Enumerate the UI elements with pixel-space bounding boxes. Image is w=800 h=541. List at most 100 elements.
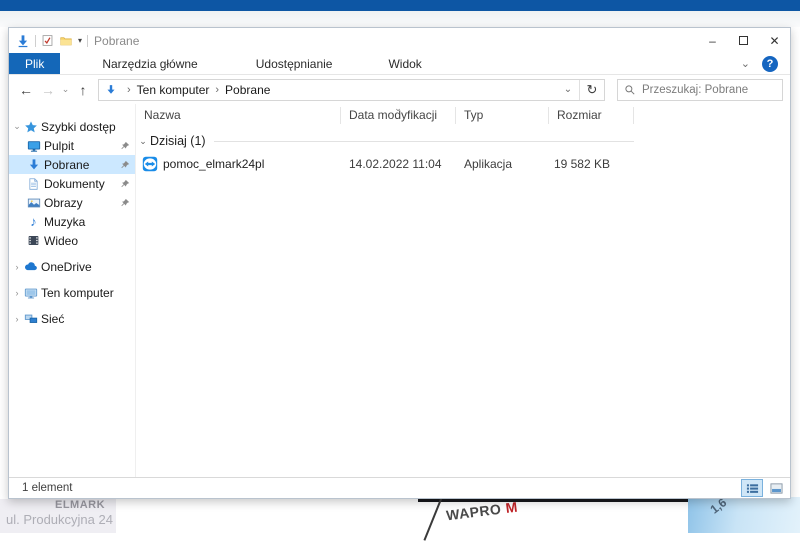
sidebar-item-label: Wideo bbox=[44, 233, 79, 248]
ribbon-collapse-icon[interactable]: ⌄ bbox=[741, 57, 750, 70]
pictures-icon bbox=[26, 196, 41, 210]
sidebar-item-label: Pulpit bbox=[44, 138, 75, 153]
qat-separator bbox=[87, 34, 89, 47]
file-size: 19 582 KB bbox=[553, 157, 610, 171]
documents-icon bbox=[26, 177, 41, 191]
background-elmark-text: ELMARK bbox=[55, 499, 106, 511]
sidebar-item-siec[interactable]: › Sieć bbox=[9, 309, 135, 328]
chevron-down-icon[interactable]: ⌄ bbox=[136, 136, 150, 147]
sidebar-item-pulpit[interactable]: Pulpit bbox=[9, 136, 135, 155]
music-icon: ♪ bbox=[30, 214, 37, 229]
group-divider-line bbox=[213, 140, 634, 142]
breadcrumb-separator: › bbox=[215, 83, 220, 96]
quick-access-star-icon bbox=[23, 120, 38, 134]
sidebar-item-muzyka[interactable]: ♪ Muzyka bbox=[9, 212, 135, 231]
file-type: Aplikacja bbox=[464, 157, 513, 171]
chevron-right-icon[interactable]: › bbox=[11, 288, 23, 298]
sidebar-item-onedrive[interactable]: › OneDrive bbox=[9, 257, 135, 276]
view-toggle-buttons bbox=[741, 479, 787, 497]
title-bar: ▾ Pobrane – ✕ bbox=[9, 28, 790, 53]
tab-plik[interactable]: Plik bbox=[9, 53, 61, 74]
sidebar-item-dokumenty[interactable]: Dokumenty bbox=[9, 174, 135, 193]
background-image-corner: 1,6 bbox=[688, 497, 800, 533]
column-header-label: Data modyfikacji bbox=[349, 108, 438, 122]
background-wapro-text: WAPRO M bbox=[445, 498, 519, 524]
this-pc-icon bbox=[23, 286, 38, 300]
column-header-typ[interactable]: Typ bbox=[456, 107, 549, 124]
group-header-dzisiaj[interactable]: ⌄ Dzisiaj (1) bbox=[136, 132, 634, 150]
back-button[interactable]: ← bbox=[15, 82, 37, 98]
file-name-cell[interactable]: pomoc_elmark24pl bbox=[136, 156, 341, 172]
window-title: Pobrane bbox=[94, 33, 140, 48]
file-row[interactable]: pomoc_elmark24pl 14.02.2022 11:04 Aplika… bbox=[136, 154, 790, 174]
background-diagonal-line bbox=[423, 497, 443, 541]
pin-icon bbox=[117, 160, 133, 170]
tab-widok[interactable]: Widok bbox=[372, 53, 437, 74]
chevron-down-icon[interactable]: ⌄ bbox=[11, 121, 23, 132]
sidebar-item-label: Ten komputer bbox=[41, 285, 114, 300]
ribbon-right-controls: ⌄ ? bbox=[741, 53, 790, 74]
maximize-icon bbox=[739, 36, 748, 45]
recent-locations-icon[interactable]: ⌄ bbox=[59, 84, 72, 95]
details-view-icon bbox=[746, 483, 758, 493]
search-placeholder: Przeszukaj: Pobrane bbox=[642, 83, 749, 96]
breadcrumb-separator: › bbox=[127, 83, 131, 96]
file-date-modified: 14.02.2022 11:04 bbox=[349, 157, 442, 171]
background-strip bbox=[0, 11, 800, 27]
background-address-text: ul. Produkcyjna 24 bbox=[6, 512, 113, 527]
maximize-button[interactable] bbox=[728, 28, 759, 53]
breadcrumb-ten-komputer[interactable]: Ten komputer bbox=[137, 83, 210, 97]
properties-icon[interactable] bbox=[41, 34, 54, 47]
sidebar-item-label: Pobrane bbox=[44, 157, 90, 172]
quick-access-toolbar: ▾ bbox=[9, 34, 89, 48]
column-header-nazwa[interactable]: Nazwa bbox=[136, 107, 341, 124]
onedrive-cloud-icon bbox=[23, 260, 38, 274]
sidebar-item-obrazy[interactable]: Obrazy bbox=[9, 193, 135, 212]
refresh-icon[interactable]: ↻ bbox=[579, 79, 604, 100]
sidebar-item-wideo[interactable]: Wideo bbox=[9, 231, 135, 250]
window-controls: – ✕ bbox=[697, 28, 790, 53]
downloads-folder-icon bbox=[18, 34, 28, 47]
column-header-rozmiar[interactable]: Rozmiar bbox=[549, 107, 634, 124]
details-view-button[interactable] bbox=[741, 479, 763, 497]
chevron-right-icon[interactable]: › bbox=[11, 262, 23, 272]
teamviewer-app-icon bbox=[142, 156, 158, 172]
new-folder-icon[interactable] bbox=[59, 34, 73, 47]
search-input[interactable]: Przeszukaj: Pobrane bbox=[617, 78, 783, 101]
help-icon[interactable]: ? bbox=[762, 55, 778, 72]
downloads-icon bbox=[26, 158, 41, 172]
background-browser-bar bbox=[0, 0, 800, 11]
sidebar-item-ten-komputer[interactable]: › Ten komputer bbox=[9, 283, 135, 302]
sidebar-item-pobrane[interactable]: Pobrane bbox=[9, 155, 135, 174]
pin-icon bbox=[117, 179, 133, 189]
video-icon bbox=[26, 234, 41, 247]
tab-narzedzia-glowne[interactable]: Narzędzia główne bbox=[86, 53, 213, 74]
close-button[interactable]: ✕ bbox=[759, 28, 790, 53]
ribbon-tab-bar: Plik Narzędzia główne Udostępnianie Wido… bbox=[9, 53, 790, 75]
chevron-right-icon[interactable]: › bbox=[11, 314, 23, 324]
desktop-icon bbox=[26, 139, 41, 153]
group-label: Dzisiaj (1) bbox=[150, 134, 206, 148]
file-list-pane: Nazwa ⌄ Data modyfikacji Typ Rozmiar ⌄ Dz… bbox=[136, 103, 790, 477]
tab-udostepnianie[interactable]: Udostępnianie bbox=[240, 53, 349, 74]
status-bar: 1 element bbox=[9, 477, 790, 498]
thumbnails-view-button[interactable] bbox=[765, 479, 787, 497]
qat-customize-dropdown-icon[interactable]: ▾ bbox=[78, 36, 82, 45]
qat-separator bbox=[35, 34, 36, 47]
address-bar[interactable]: › Ten komputer › Pobrane ⌄ ↻ bbox=[98, 78, 605, 101]
address-dropdown-icon[interactable]: ⌄ bbox=[557, 80, 579, 100]
network-icon bbox=[23, 312, 38, 326]
thumbnails-view-icon bbox=[769, 482, 783, 494]
up-button[interactable]: ↑ bbox=[72, 82, 94, 98]
forward-button[interactable]: → bbox=[37, 82, 59, 98]
pin-icon bbox=[117, 198, 133, 208]
column-header-data-modyfikacji[interactable]: ⌄ Data modyfikacji bbox=[341, 103, 456, 124]
sidebar-section-quick-access[interactable]: ⌄ Szybki dostęp bbox=[9, 117, 135, 136]
location-downloads-icon bbox=[105, 84, 117, 96]
breadcrumb-pobrane[interactable]: Pobrane bbox=[225, 83, 270, 97]
background-watermark-text: 1,6 bbox=[707, 497, 730, 517]
minimize-button[interactable]: – bbox=[697, 28, 728, 53]
item-count: 1 element bbox=[22, 482, 73, 494]
